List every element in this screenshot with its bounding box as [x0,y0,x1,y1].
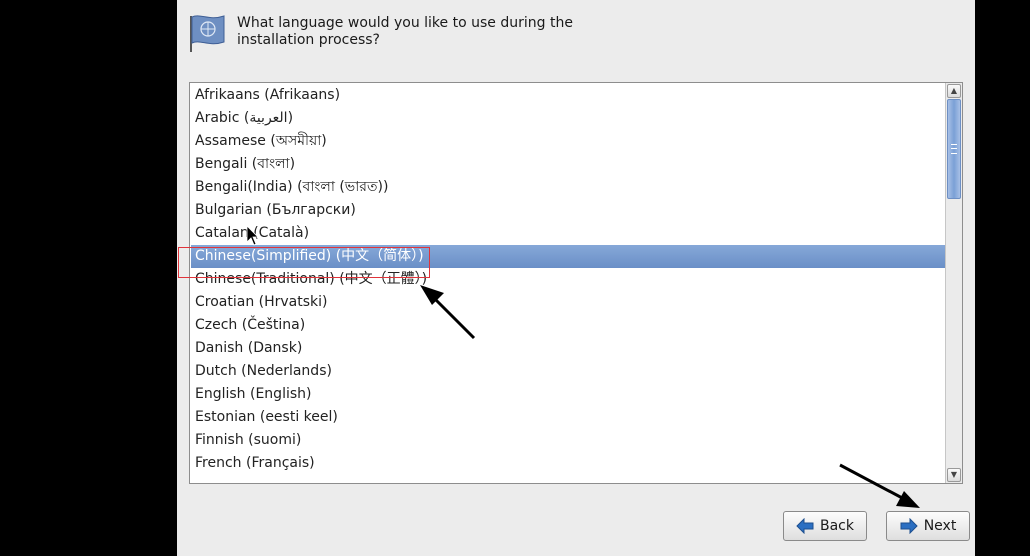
next-button[interactable]: Next [886,511,970,541]
flag-icon [187,12,227,54]
language-item[interactable]: Bengali (বাংলা) [191,153,945,176]
language-item[interactable]: Chinese(Traditional) (中文（正體）) [191,268,945,291]
next-button-label: Next [923,518,957,534]
grip-icon [951,144,957,154]
language-item[interactable]: Czech (Čeština) [191,314,945,337]
scroll-down-icon[interactable]: ▼ [947,468,961,482]
language-list-items: Afrikaans (Afrikaans) Arabic (العربية) Ass… [191,84,945,482]
language-item[interactable]: Assamese (অসমীয়া) [191,130,945,153]
installer-panel: What language would you like to use duri… [177,0,975,556]
scroll-up-icon[interactable]: ▲ [947,84,961,98]
language-item[interactable]: Bulgarian (Български) [191,199,945,222]
prompt-line-1: What language would you like to use duri… [237,15,573,31]
back-button[interactable]: Back [783,511,867,541]
language-list[interactable]: Afrikaans (Afrikaans) Arabic (العربية) Ass… [189,82,963,484]
scrollbar-thumb[interactable] [947,99,961,199]
language-item[interactable]: Danish (Dansk) [191,337,945,360]
language-item[interactable]: Arabic (العربية) [191,107,945,130]
language-item[interactable]: French (Français) [191,452,945,475]
language-item[interactable]: English (English) [191,383,945,406]
language-item[interactable]: Croatian (Hrvatski) [191,291,945,314]
language-item[interactable]: Dutch (Nederlands) [191,360,945,383]
language-item[interactable]: Bengali(India) (বাংলা (ভারত)) [191,176,945,199]
arrow-left-icon [796,518,814,534]
arrow-right-icon [900,518,918,534]
back-button-label: Back [820,518,854,534]
language-prompt: What language would you like to use duri… [237,15,577,49]
language-item[interactable]: Finnish (suomi) [191,429,945,452]
vertical-scrollbar[interactable]: ▲ ▼ [945,83,962,483]
language-item[interactable]: Afrikaans (Afrikaans) [191,84,945,107]
language-item[interactable]: Chinese(Simplified) (中文（简体）) [191,245,945,268]
language-item[interactable]: Catalan (Català) [191,222,945,245]
prompt-line-2: installation process? [237,32,380,48]
language-item[interactable]: Estonian (eesti keel) [191,406,945,429]
